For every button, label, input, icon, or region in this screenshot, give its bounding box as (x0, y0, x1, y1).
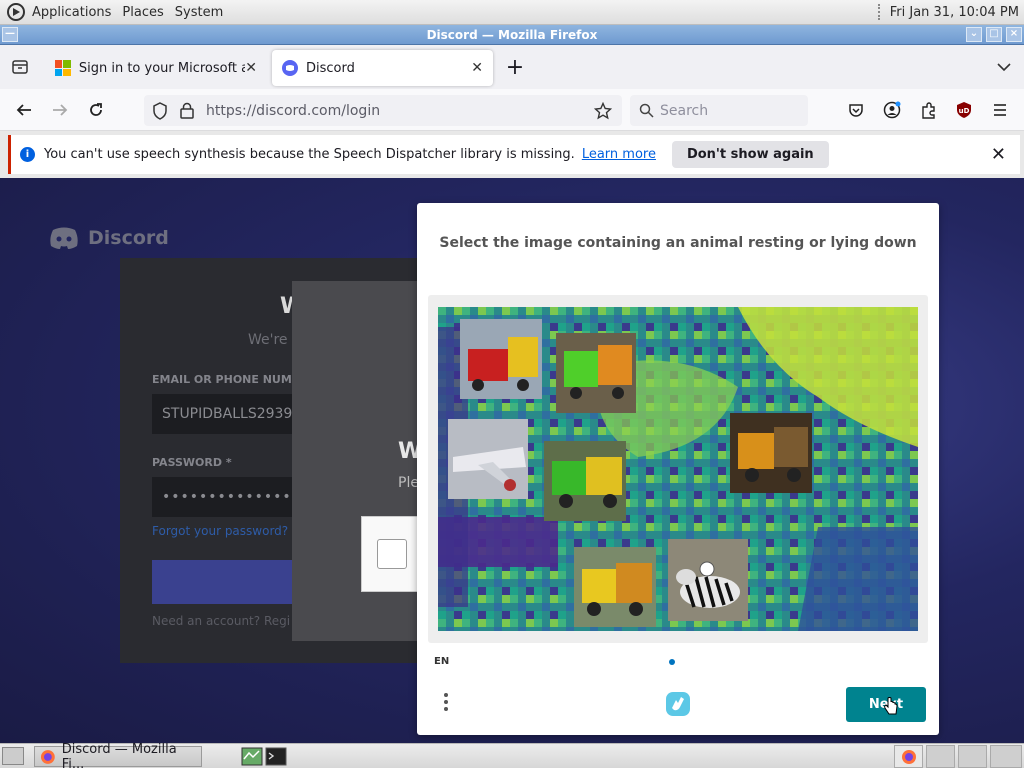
more-options-icon[interactable] (441, 690, 451, 720)
notification-bar: i You can't use speech synthesis because… (8, 135, 1020, 174)
workspace-1[interactable] (894, 745, 923, 768)
tab-label: Sign in to your Microsoft acc (78, 60, 246, 76)
hcaptcha-checkbox[interactable] (377, 539, 407, 569)
email-label: EMAIL OR PHONE NUMBE (152, 373, 308, 386)
password-label: PASSWORD * (152, 456, 232, 469)
language-selector[interactable]: EN (434, 656, 449, 667)
new-tab-button[interactable]: + (504, 55, 526, 80)
login-subheading: We're (248, 332, 288, 348)
tile-truck-1[interactable] (460, 319, 542, 399)
tab-discord[interactable]: Discord ✕ (272, 50, 493, 86)
forgot-password-link[interactable]: Forgot your password? (152, 524, 288, 538)
svg-text:uD: uD (959, 107, 970, 115)
verify-subtext: Ple (398, 475, 419, 491)
workspace-2[interactable] (926, 745, 955, 768)
learn-more-link[interactable]: Learn more (582, 147, 656, 162)
cursor-hand-icon (884, 697, 898, 715)
notification-message: You can't use speech synthesis because t… (44, 147, 575, 162)
firefox-icon (40, 749, 55, 764)
firefox-view-icon[interactable] (9, 56, 31, 78)
tab-close-icon[interactable]: ✕ (471, 60, 483, 76)
hamburger-menu-icon[interactable] (989, 99, 1011, 121)
password-value: •••••••••••••• (162, 489, 292, 505)
tile-truck-3[interactable] (544, 441, 626, 521)
list-all-tabs-icon[interactable] (993, 56, 1015, 78)
panel-separator (877, 4, 882, 20)
hcaptcha-logo-icon (666, 692, 690, 716)
discord-brand: Discord (48, 226, 169, 250)
minimize-button[interactable]: ⌄ (966, 27, 982, 42)
account-icon[interactable] (881, 99, 903, 121)
shield-icon[interactable] (152, 102, 168, 120)
lock-icon[interactable] (180, 102, 194, 119)
taskbar-window-label: Discord — Mozilla Fi... (61, 741, 177, 768)
nav-bar: https://discord.com/login Search uD (0, 89, 1024, 131)
gnome-foot-icon[interactable] (6, 2, 26, 22)
menu-places[interactable]: Places (122, 5, 163, 20)
tab-close-icon[interactable]: ✕ (245, 60, 257, 76)
tab-microsoft-signin[interactable]: Sign in to your Microsoft acc ✕ (45, 50, 267, 86)
window-titlebar[interactable]: — Discord — Mozilla Firefox ⌄ □ × (0, 25, 1024, 45)
url-bar[interactable]: https://discord.com/login (144, 95, 622, 126)
email-value: STUPIDBALLS2939 (162, 406, 293, 422)
maximize-button[interactable]: □ (986, 27, 1002, 42)
forward-icon[interactable] (49, 99, 71, 121)
challenge-image[interactable] (438, 307, 918, 631)
url-text[interactable]: https://discord.com/login (206, 103, 380, 119)
ublock-icon[interactable]: uD (953, 99, 975, 121)
tile-truck-4[interactable] (730, 413, 812, 493)
discord-logo-icon (50, 227, 78, 249)
bottom-taskbar: Discord — Mozilla Fi... (0, 742, 1024, 768)
top-panel: Applications Places System Fri Jan 31, 1… (0, 0, 1024, 25)
show-desktop-icon[interactable] (2, 747, 24, 765)
system-monitor-icon[interactable] (241, 747, 263, 766)
register-link[interactable]: Need an account? Regi (152, 614, 290, 628)
tile-truck-2[interactable] (556, 333, 636, 413)
dont-show-again-button[interactable]: Don't show again (671, 141, 829, 168)
info-icon: i (20, 147, 35, 162)
microsoft-logo-icon (55, 60, 71, 76)
tab-label: Discord (306, 60, 355, 76)
back-icon[interactable] (13, 99, 35, 121)
window-menu-button[interactable]: — (2, 27, 18, 42)
challenge-prompt: Select the image containing an animal re… (439, 235, 917, 251)
clock[interactable]: Fri Jan 31, 10:04 PM (890, 5, 1019, 20)
firefox-icon (902, 750, 916, 764)
challenge-image-frame (428, 295, 928, 643)
brand-text: Discord (88, 227, 169, 249)
close-icon[interactable]: ✕ (991, 144, 1006, 165)
tile-airplane[interactable] (448, 419, 528, 499)
discord-favicon-icon (282, 60, 298, 76)
menu-system[interactable]: System (175, 5, 223, 20)
page-indicator-dot (669, 659, 675, 665)
menu-applications[interactable]: Applications (32, 5, 111, 20)
reload-icon[interactable] (85, 99, 107, 121)
tab-strip: Sign in to your Microsoft acc ✕ Discord … (0, 45, 1024, 89)
search-placeholder: Search (660, 102, 709, 119)
tile-truck-5[interactable] (574, 547, 656, 627)
pocket-icon[interactable] (845, 99, 867, 121)
search-input[interactable]: Search (630, 95, 808, 126)
hcaptcha-challenge: Select the image containing an animal re… (417, 203, 939, 735)
taskbar-window-firefox[interactable]: Discord — Mozilla Fi... (34, 742, 202, 768)
search-icon (639, 103, 654, 118)
tile-zebra-lying[interactable] (668, 539, 748, 621)
bookmark-star-icon[interactable] (594, 102, 612, 120)
extensions-icon[interactable] (917, 99, 939, 121)
workspace-3[interactable] (958, 745, 987, 768)
workspace-4[interactable] (990, 745, 1022, 768)
close-window-button[interactable]: × (1006, 27, 1022, 42)
terminal-icon[interactable] (265, 747, 287, 766)
window-title: Discord — Mozilla Firefox (426, 27, 598, 42)
